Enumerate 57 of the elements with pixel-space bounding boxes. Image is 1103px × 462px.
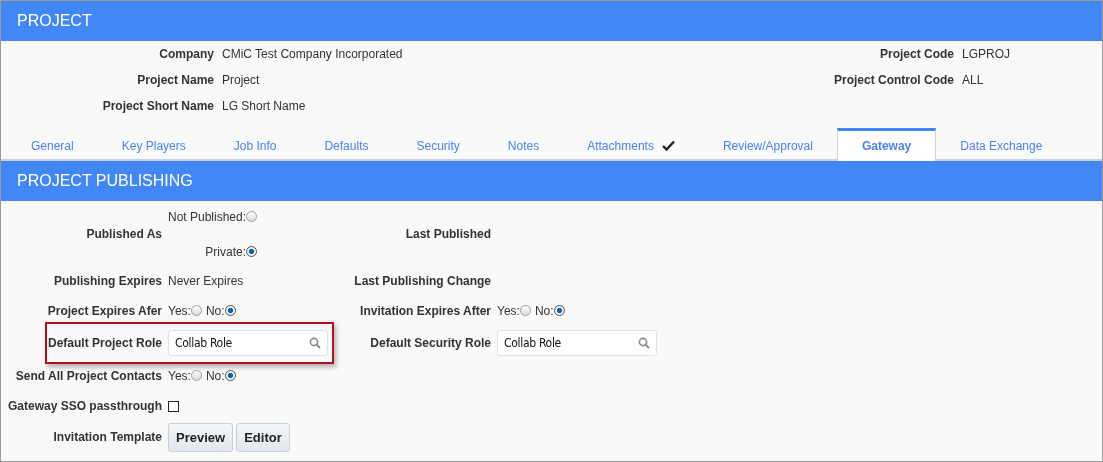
- action-button[interactable]: Preview: [168, 422, 234, 452]
- field-value: Never Expires: [168, 274, 244, 288]
- radio-label: Private:: [205, 244, 247, 259]
- radio-button[interactable]: [190, 305, 202, 316]
- radio-button[interactable]: [190, 370, 202, 381]
- field-label: Project Control Code: [834, 73, 954, 87]
- field-label: Default Project Role: [47, 336, 162, 350]
- tab[interactable]: Defaults: [300, 130, 393, 161]
- tab[interactable]: Data Exchange: [936, 130, 1067, 161]
- checkbox[interactable]: [168, 400, 179, 412]
- search-icon[interactable]: [309, 337, 321, 349]
- radio-button[interactable]: [224, 305, 236, 316]
- field-value: LGPROJ: [962, 47, 1011, 61]
- field-value: CMiC Test Company Incorporated: [222, 47, 404, 61]
- field-label: Gateway SSO passthrough: [7, 399, 162, 413]
- field-value: ALL: [962, 73, 985, 87]
- radio-label: Yes:: [168, 303, 191, 318]
- lookup-field[interactable]: Collab Role: [168, 330, 328, 356]
- tab[interactable]: Notes: [483, 130, 564, 161]
- radio-label: No:: [205, 303, 225, 318]
- radio-label: Not Published:: [168, 209, 247, 224]
- tab[interactable]: General: [7, 130, 98, 161]
- field-label: Last Publishing Change: [354, 274, 491, 288]
- search-icon[interactable]: [638, 337, 650, 349]
- section-title: PROJECT PUBLISHING: [16, 171, 194, 191]
- field-label: Last Published: [405, 227, 491, 241]
- radio-button[interactable]: [224, 370, 236, 381]
- field-label: Publishing Expires: [53, 274, 162, 288]
- field-label: Published As: [86, 227, 162, 241]
- tab[interactable]: Key Players: [97, 130, 210, 161]
- tab[interactable]: Review/Approval: [698, 130, 837, 161]
- tab[interactable]: Security: [392, 130, 484, 161]
- radio-label: No:: [205, 368, 225, 383]
- field-value: Project: [222, 73, 261, 87]
- lookup-field[interactable]: Collab Role: [497, 330, 657, 356]
- field-label: Company: [158, 47, 214, 61]
- radio-label: No:: [534, 303, 554, 318]
- tab[interactable]: Attachments: [563, 130, 699, 161]
- field-label: Send All Project Contacts: [15, 368, 162, 383]
- action-button[interactable]: Editor: [236, 422, 290, 452]
- field-label: Project Name: [136, 73, 214, 87]
- field-label: Project Expires Afer: [47, 303, 162, 318]
- field-label: Project Short Name: [101, 99, 214, 113]
- page-title: PROJECT: [16, 11, 93, 31]
- radio-label: Yes:: [168, 368, 191, 383]
- radio-button[interactable]: [553, 305, 565, 316]
- radio-button[interactable]: [246, 246, 258, 257]
- radio-button[interactable]: [519, 305, 531, 316]
- tab[interactable]: Job Info: [209, 130, 301, 161]
- radio-label: Yes:: [497, 303, 520, 318]
- field-value: LG Short Name: [222, 99, 307, 113]
- field-label: Invitation Expires After: [360, 303, 491, 318]
- field-label: Invitation Template: [53, 430, 162, 444]
- tab[interactable]: Gateway: [836, 128, 937, 161]
- field-label: Project Code: [880, 47, 954, 61]
- radio-button[interactable]: [246, 211, 258, 222]
- field-label: Default Security Role: [370, 336, 491, 350]
